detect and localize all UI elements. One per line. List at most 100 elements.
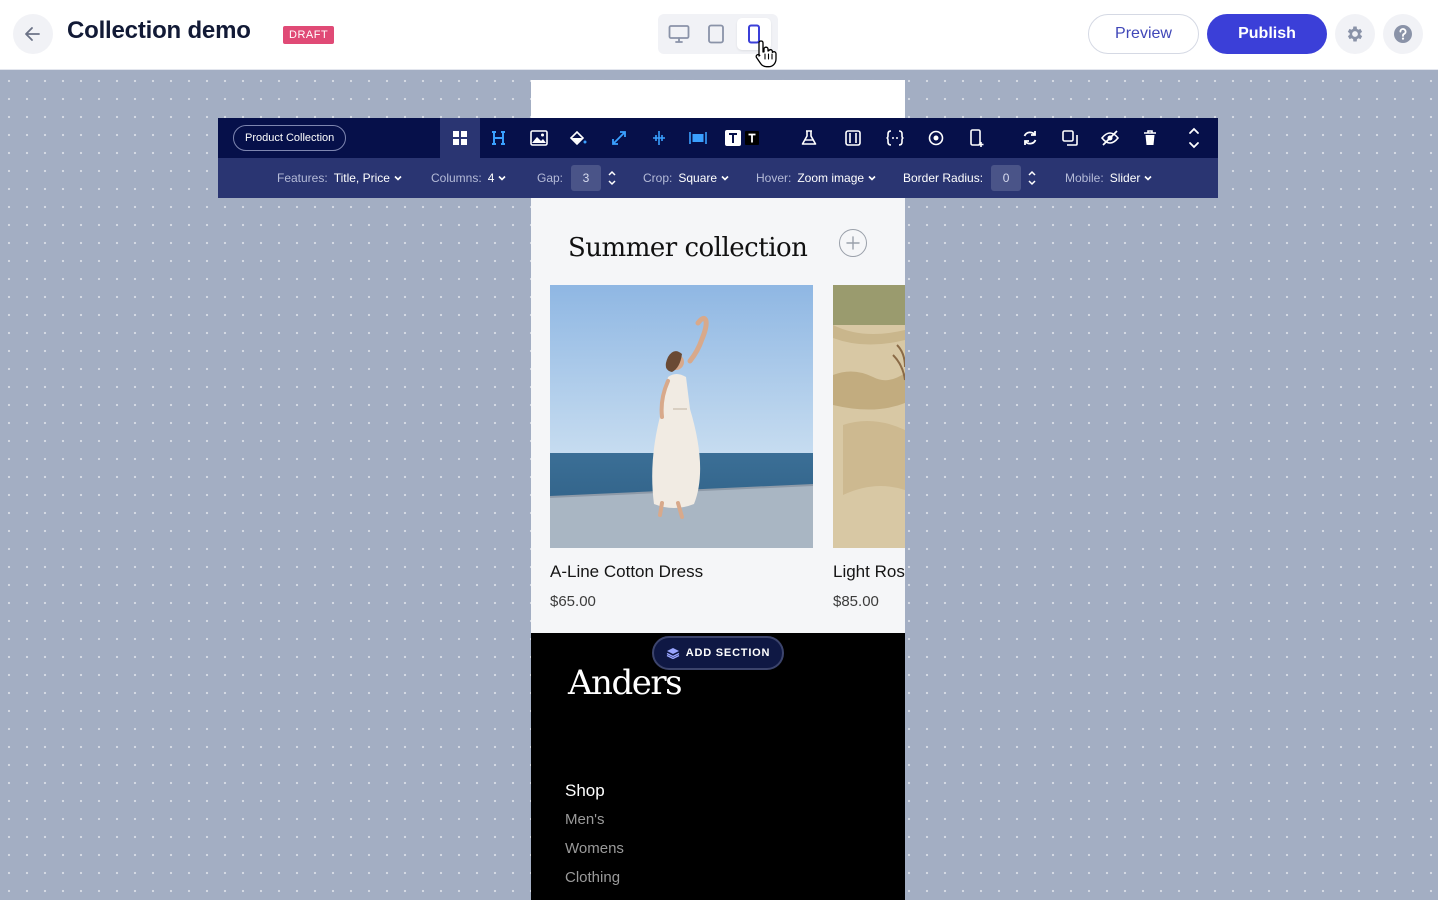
product-image[interactable]: [550, 285, 813, 548]
preview-button[interactable]: Preview: [1088, 14, 1199, 54]
settings-button[interactable]: [1335, 14, 1375, 54]
tablet-icon: [708, 24, 725, 44]
columns-value[interactable]: 4: [488, 171, 495, 185]
layout-tool[interactable]: [440, 118, 480, 158]
element-toolbar: Product Collection Features: Title, Pric…: [218, 118, 1218, 198]
woman-on-pier-image-icon: [550, 285, 813, 548]
duplicate-tool[interactable]: [1050, 118, 1090, 158]
padding-icon: [845, 130, 861, 146]
footer-section[interactable]: Anders Shop Men's Womens Clothing: [531, 633, 905, 900]
stepper-icon[interactable]: [607, 169, 617, 187]
gap-input[interactable]: 3: [571, 165, 602, 191]
gap-setting[interactable]: Gap: 3: [537, 158, 617, 198]
border-radius-input[interactable]: 0: [991, 165, 1022, 191]
code-tool[interactable]: [875, 118, 915, 158]
heading-icon: [492, 131, 505, 145]
stepper-icon[interactable]: [1027, 169, 1037, 187]
toolbar-settings-row: Features: Title, Price Columns: 4 Gap: 3…: [218, 158, 1218, 198]
plus-icon: [846, 236, 860, 250]
border-radius-label: Border Radius:: [903, 171, 984, 185]
image-tool[interactable]: [519, 118, 559, 158]
footer-link[interactable]: Clothing: [565, 869, 620, 886]
tablet-view-button[interactable]: [699, 18, 733, 50]
footer-link[interactable]: Womens: [565, 840, 624, 857]
columns-label: Columns:: [431, 171, 482, 185]
refresh-icon: [1023, 131, 1037, 145]
mobile-canvas: Summer collection A-Line Cotton Dress $6…: [531, 80, 905, 900]
chevron-down-icon: [498, 175, 506, 181]
features-setting[interactable]: Features: Title, Price: [277, 158, 403, 198]
element-name-chip[interactable]: Product Collection: [233, 125, 347, 151]
trash-icon: [1144, 130, 1156, 145]
features-value[interactable]: Title, Price: [334, 171, 390, 185]
hide-tool[interactable]: [1090, 118, 1130, 158]
heading-tool[interactable]: [479, 118, 519, 158]
arrow-left-icon: [25, 27, 40, 41]
crop-label: Crop:: [643, 171, 673, 185]
move-tool[interactable]: [1174, 118, 1214, 158]
mobile-label: Mobile:: [1065, 171, 1104, 185]
hover-label: Hover:: [756, 171, 792, 185]
spacing-tool[interactable]: [639, 118, 679, 158]
text-style-tool[interactable]: [722, 118, 762, 158]
mobile-value[interactable]: Slider: [1110, 171, 1141, 185]
collection-title[interactable]: Summer collection: [568, 233, 808, 263]
replace-tool[interactable]: [1010, 118, 1050, 158]
grid-icon: [453, 131, 467, 145]
hand-cursor-icon: [755, 40, 777, 68]
width-tool[interactable]: [678, 118, 718, 158]
fill-tool[interactable]: [558, 118, 598, 158]
paint-bucket-icon: [569, 130, 587, 146]
desktop-view-button[interactable]: [662, 18, 696, 50]
page-title: Collection demo: [67, 17, 251, 44]
eye-off-icon: [1101, 130, 1119, 146]
hover-setting[interactable]: Hover: Zoom image: [756, 158, 877, 198]
target-icon: [928, 130, 944, 146]
resize-tool[interactable]: [599, 118, 639, 158]
beach-image-icon: [833, 285, 905, 548]
add-section-label: ADD SECTION: [685, 647, 771, 659]
flask-icon: [801, 130, 817, 145]
target-tool[interactable]: [916, 118, 956, 158]
columns-setting[interactable]: Columns: 4: [431, 158, 507, 198]
mobile-setting[interactable]: Mobile: Slider: [1065, 158, 1153, 198]
product-card[interactable]: A-Line Cotton Dress $65.00: [550, 285, 813, 610]
top-bar: Collection demo DRAFT Preview Publish: [0, 0, 1438, 70]
crop-value[interactable]: Square: [678, 171, 717, 185]
hover-value[interactable]: Zoom image: [797, 171, 864, 185]
chevron-up-down-icon: [1189, 127, 1199, 149]
mobile-plus-icon: [970, 129, 984, 147]
add-section-button[interactable]: ADD SECTION: [652, 636, 784, 670]
footer-heading: Shop: [565, 781, 605, 800]
text-icon: [725, 130, 759, 146]
mobile-settings-tool[interactable]: [957, 118, 997, 158]
features-label: Features:: [277, 171, 328, 185]
back-button[interactable]: [13, 14, 53, 54]
help-icon: [1394, 25, 1412, 43]
product-collection-section[interactable]: Summer collection A-Line Cotton Dress $6…: [531, 198, 905, 633]
product-card[interactable]: Light Ros $85.00: [833, 285, 905, 610]
product-title[interactable]: Light Ros: [833, 562, 905, 582]
crop-setting[interactable]: Crop: Square: [643, 158, 730, 198]
toolbar-actions-row: Product Collection: [218, 118, 1218, 158]
code-icon: [886, 130, 904, 146]
chevron-down-icon: [1144, 175, 1152, 181]
resize-icon: [612, 131, 626, 145]
footer-link[interactable]: Men's: [565, 811, 605, 828]
help-button[interactable]: [1383, 14, 1423, 54]
add-product-button[interactable]: [839, 229, 867, 257]
effects-tool[interactable]: [789, 118, 829, 158]
delete-tool[interactable]: [1130, 118, 1170, 158]
chevron-down-icon: [721, 175, 729, 181]
spacing-icon: [653, 131, 665, 145]
product-price: $85.00: [833, 593, 879, 610]
duplicate-icon: [1062, 130, 1078, 146]
full-width-icon: [689, 132, 707, 144]
product-image[interactable]: [833, 285, 905, 548]
padding-tool[interactable]: [833, 118, 873, 158]
border-radius-setting[interactable]: Border Radius: 0: [903, 158, 1037, 198]
publish-button[interactable]: Publish: [1207, 14, 1327, 54]
product-title[interactable]: A-Line Cotton Dress: [550, 562, 813, 582]
desktop-icon: [668, 25, 690, 43]
chevron-down-icon: [394, 175, 402, 181]
